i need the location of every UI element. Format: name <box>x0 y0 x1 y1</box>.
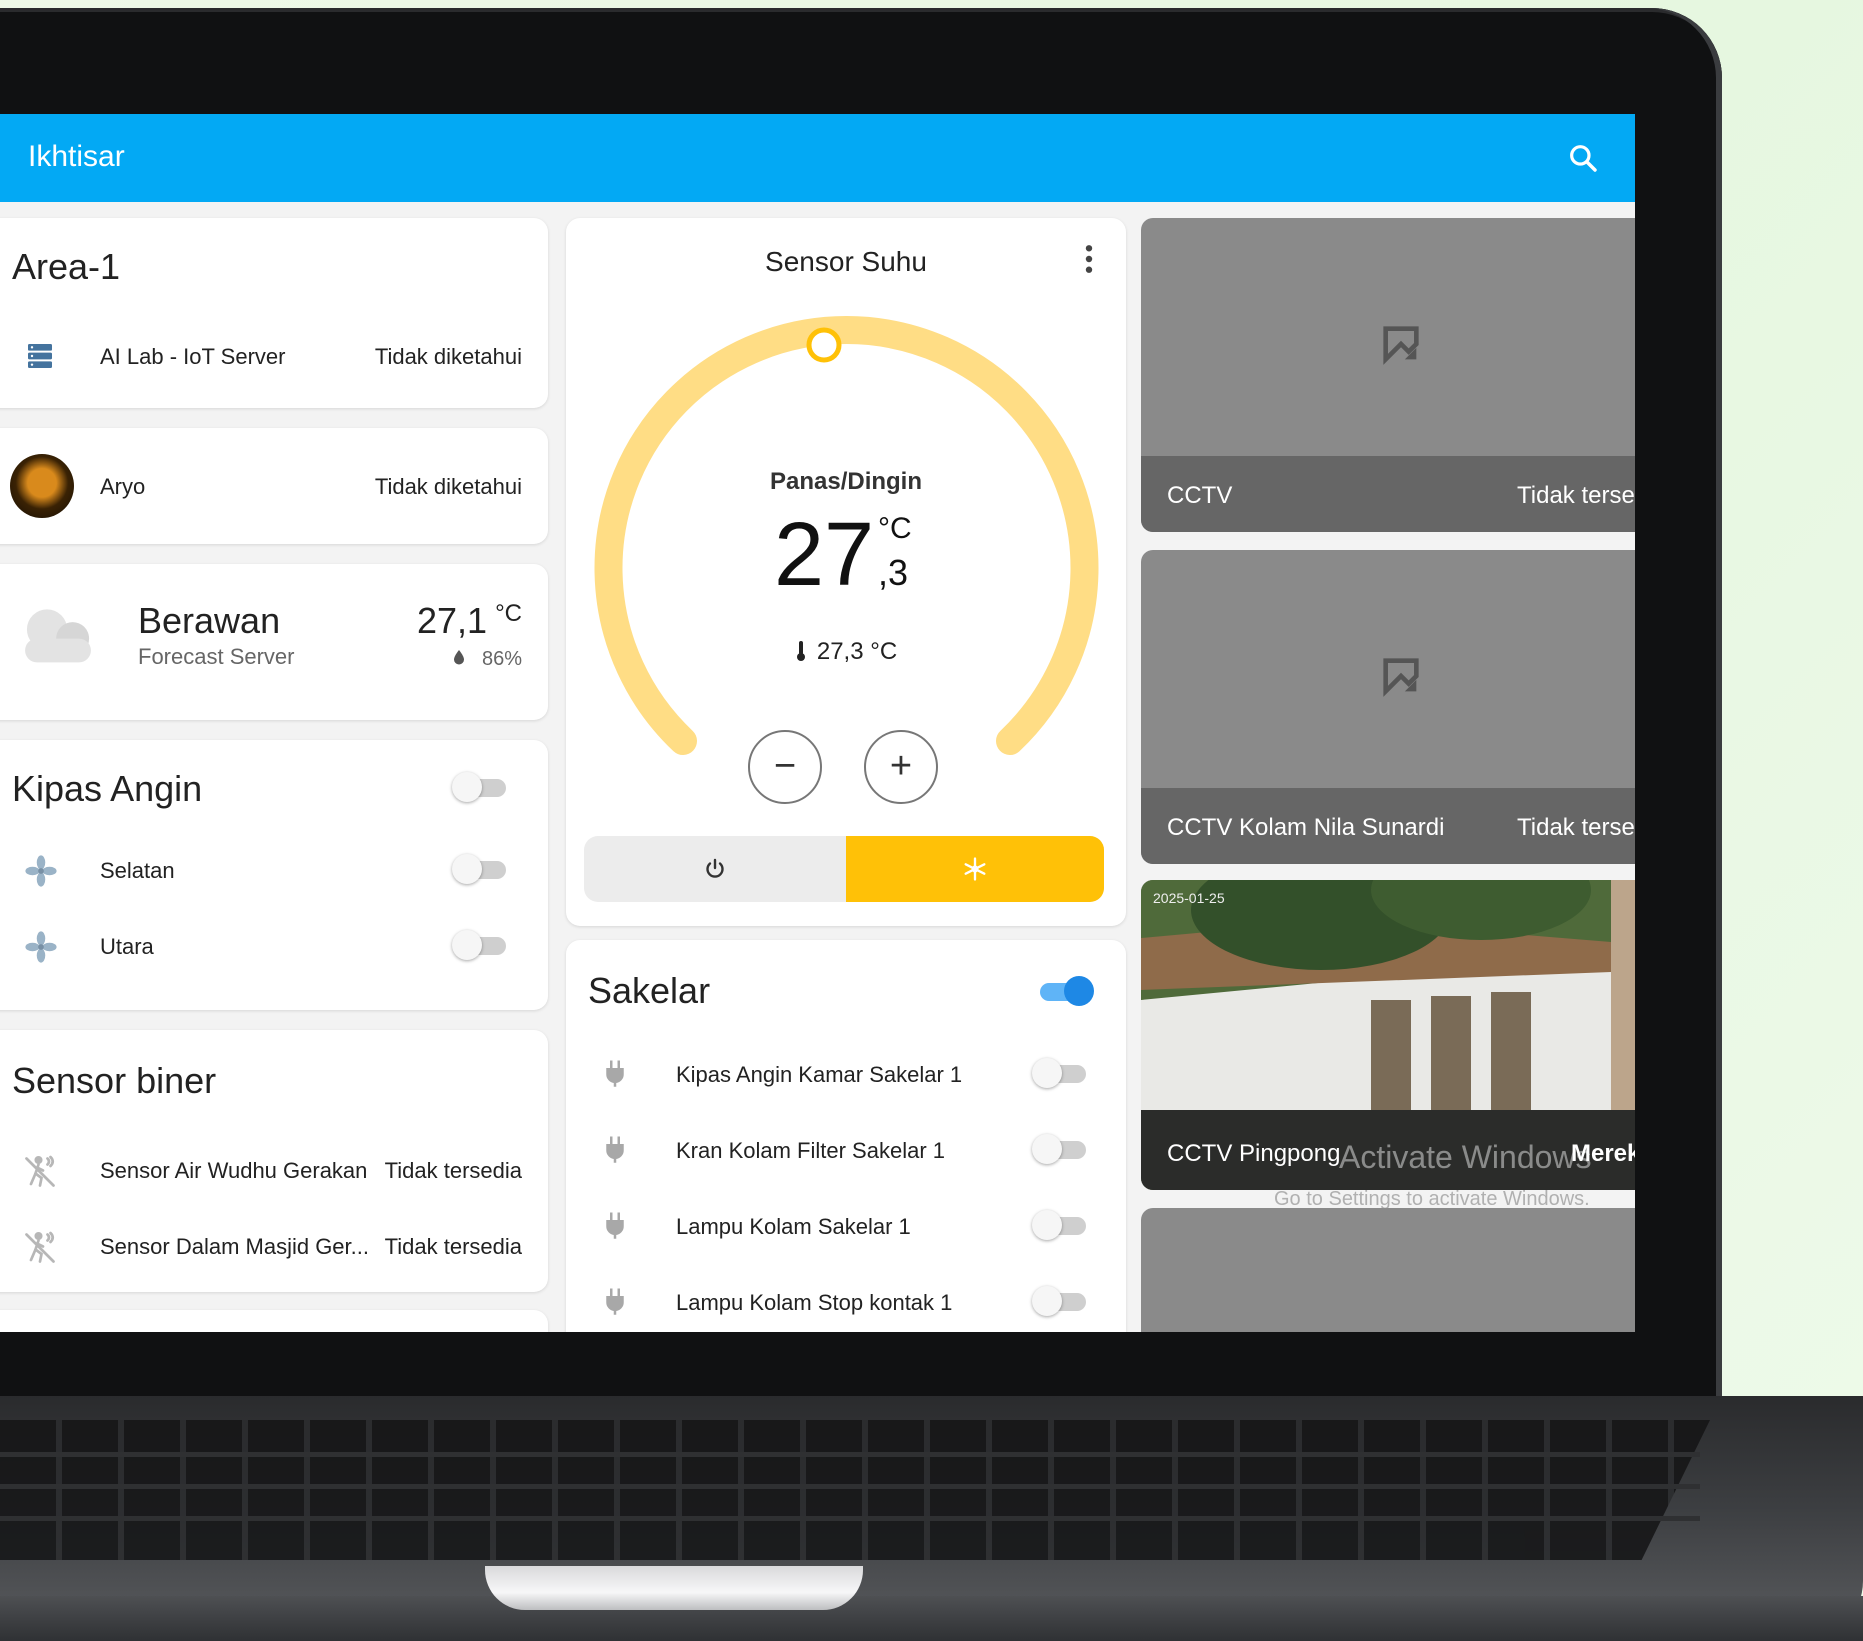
weather-condition: Berawan <box>138 600 281 641</box>
camera-state: Tidak tersedia <box>1517 814 1635 841</box>
plug-icon <box>606 1212 624 1239</box>
area-title: Area-1 <box>12 246 121 287</box>
fan-row-toggle[interactable] <box>452 852 512 886</box>
weather-card[interactable]: Berawan Forecast Server 27,1 °C 86% <box>0 564 548 720</box>
binary-sensor-card: Sensor biner Sensor Air Wudhu Gerakan Ti… <box>0 1030 548 1292</box>
key-row-divider <box>0 1516 1700 1521</box>
camera-timestamp: 2025-01-25 <box>1153 890 1225 906</box>
camera-name: CCTV Kolam Nila Sunardi <box>1167 814 1445 841</box>
binary-row-state: Tidak tersedia <box>384 1158 522 1183</box>
switch-master-toggle[interactable] <box>1034 974 1094 1008</box>
weather-humidity: 86% <box>452 648 522 671</box>
mode-off-button[interactable] <box>584 836 846 902</box>
fan-card: Kipas Angin Selatan Utara <box>0 740 548 1010</box>
camera-name: CCTV Pingpong <box>1167 1140 1341 1167</box>
more-menu-icon[interactable] <box>1084 244 1094 274</box>
camera-caption-bar: CCTV Kolam Nila Sunardi Tidak tersedia <box>1141 788 1635 864</box>
binary-row-label: Sensor Dalam Masjid Ger... <box>100 1234 369 1259</box>
laptop-lid: Ikhtisar Area-1 AI Lab - IoT Server Tida… <box>0 8 1722 1468</box>
mode-bar <box>584 836 1104 902</box>
camera-caption-bar: CCTV Tidak tersedia <box>1141 456 1635 532</box>
motion-sensor-icon <box>25 1231 55 1263</box>
avatar <box>10 454 74 518</box>
laptop-front-edge <box>0 1596 1863 1641</box>
thermostat-title: Sensor Suhu <box>765 246 927 277</box>
area-row-state: Tidak diketahui <box>374 344 522 369</box>
keyboard <box>0 1420 1710 1560</box>
page-title: Ikhtisar <box>28 140 125 173</box>
camera-card[interactable] <box>1141 1208 1635 1332</box>
fan-icon <box>25 931 57 963</box>
fan-row-label: Utara <box>100 934 154 959</box>
water-drop-icon <box>452 648 466 665</box>
server-icon <box>28 344 52 368</box>
increase-button[interactable]: + <box>864 730 938 804</box>
switch-card: Sakelar Kipas Angin Kamar Sakelar 1 Kran… <box>566 940 1126 1332</box>
activation-watermark: Activate Windows <box>1339 1139 1592 1175</box>
search-icon[interactable] <box>1567 142 1599 174</box>
binary-row-label: Sensor Air Wudhu Gerakan <box>100 1158 368 1183</box>
mode-heat-cool-button[interactable] <box>846 836 1104 902</box>
current-temperature: 27,3 °C <box>566 638 1126 666</box>
power-icon <box>706 858 724 878</box>
fan-title: Kipas Angin <box>12 768 203 809</box>
target-integer: 27 <box>774 505 875 605</box>
camera-name: CCTV <box>1167 482 1233 509</box>
sun-snowflake-icon <box>964 857 986 881</box>
fan-master-toggle[interactable] <box>452 770 512 804</box>
broken-image-icon <box>1383 325 1419 365</box>
motion-sensor-icon <box>25 1155 55 1187</box>
area-row-label[interactable]: AI Lab - IoT Server <box>100 344 285 370</box>
switch-row-label: Lampu Kolam Stop kontak 1 <box>676 1290 953 1315</box>
switch-row-label: Kipas Angin Kamar Sakelar 1 <box>676 1062 963 1087</box>
switch-row-label: Lampu Kolam Sakelar 1 <box>676 1214 911 1239</box>
next-card <box>0 1310 548 1332</box>
plug-icon <box>606 1288 624 1315</box>
target-decimal: ,3 <box>878 552 909 593</box>
fan-row-label: Selatan <box>100 858 175 883</box>
switch-row-toggle[interactable] <box>1032 1132 1092 1166</box>
camera-state: Tidak tersedia <box>1517 482 1635 509</box>
person-name: Aryo <box>100 474 146 499</box>
binary-title: Sensor biner <box>12 1060 217 1101</box>
target-unit: °C <box>878 512 912 545</box>
thermostat-handle <box>806 327 842 363</box>
plug-icon <box>606 1060 624 1087</box>
camera-card[interactable]: CCTV Tidak tersedia <box>1141 218 1635 532</box>
cloud-icon <box>25 609 91 663</box>
app-header: Ikhtisar <box>0 114 1635 202</box>
weather-temperature: 27,1 °C <box>416 600 522 641</box>
weather-source: Forecast Server <box>138 644 295 669</box>
switch-row-label: Kran Kolam Filter Sakelar 1 <box>676 1138 945 1163</box>
broken-image-icon <box>1383 657 1419 697</box>
minus-icon: − <box>773 745 797 787</box>
camera-live-card[interactable]: 2025-01-25 CCTV Pingpong Merekam Activat… <box>1141 880 1635 1190</box>
thermostat-mode: Panas/Dingin <box>769 468 923 495</box>
switch-row-toggle[interactable] <box>1032 1284 1092 1318</box>
switch-title: Sakelar <box>588 970 711 1011</box>
fan-row-toggle[interactable] <box>452 928 512 962</box>
switch-row-toggle[interactable] <box>1032 1208 1092 1242</box>
person-card[interactable]: Aryo Tidak diketahui <box>0 428 548 544</box>
screen: Ikhtisar Area-1 AI Lab - IoT Server Tida… <box>0 114 1635 1332</box>
area-card: Area-1 AI Lab - IoT Server Tidak diketah… <box>0 218 548 408</box>
thermometer-icon <box>795 640 807 662</box>
thermostat-card: Sensor Suhu Panas/Dingin 27 °C ,3 27,3 °… <box>566 218 1126 926</box>
switch-row-toggle[interactable] <box>1032 1056 1092 1090</box>
key-row-divider <box>0 1452 1700 1457</box>
plus-icon: + <box>889 745 913 787</box>
trackpad-notch <box>485 1566 863 1610</box>
plug-icon <box>606 1136 624 1163</box>
binary-row-state: Tidak tersedia <box>384 1234 522 1259</box>
person-state: Tidak diketahui <box>374 474 522 499</box>
decrease-button[interactable]: − <box>748 730 822 804</box>
camera-card[interactable]: CCTV Kolam Nila Sunardi Tidak tersedia <box>1141 550 1635 864</box>
key-row-divider <box>0 1484 1700 1489</box>
fan-icon <box>25 855 57 887</box>
